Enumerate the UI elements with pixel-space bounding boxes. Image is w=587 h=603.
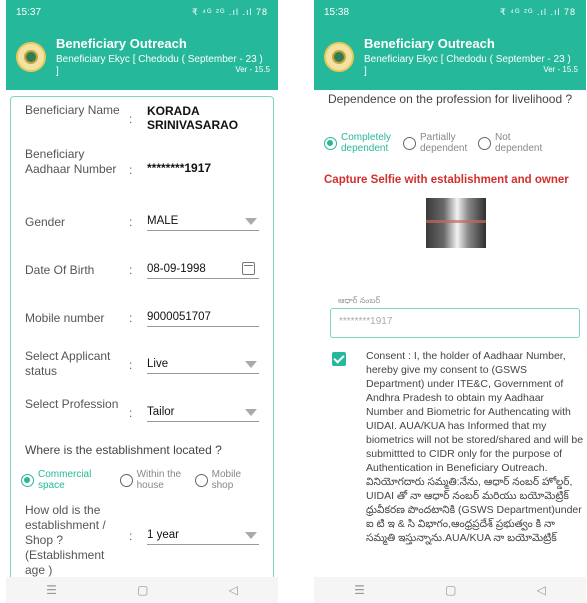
establishment-age-label: How old is the establishment / Shop ?(Es… — [25, 503, 106, 577]
beneficiary-name-row: Beneficiary Name : KORADA SRINIVASARAO — [25, 103, 259, 135]
dob-row[interactable]: Date Of Birth : 08-09-1998 — [25, 262, 259, 287]
home-icon[interactable]: ▢ — [137, 583, 148, 597]
colon: : — [129, 529, 133, 543]
location-question: Where is the establishment located ? — [25, 443, 222, 457]
radio-label: Partially dependent — [420, 132, 468, 154]
ap-emblem-icon — [324, 42, 354, 72]
radio-empty-icon — [194, 473, 208, 487]
mobile-row[interactable]: Mobile number : 9000051707 — [25, 311, 259, 335]
radio-label: Within the house — [136, 469, 182, 491]
radio-label: Mobile shop — [211, 469, 242, 491]
home-icon[interactable]: ▢ — [445, 583, 456, 597]
establishment-age-row[interactable]: How old is the establishment / Shop ?(Es… — [25, 503, 259, 577]
radio-empty-icon — [403, 136, 416, 150]
aadhaar-label: Beneficiary Aadhaar Number — [25, 147, 117, 176]
aadhaar-number-field[interactable]: ********1917 — [330, 308, 580, 338]
radio-label: Not dependent — [495, 132, 543, 154]
consent-text: Consent : I, the holder of Aadhaar Numbe… — [366, 350, 584, 544]
radio-empty-icon — [478, 136, 491, 150]
app-title: Beneficiary Outreach — [364, 36, 495, 51]
dependence-question: Dependence on the profession for livelih… — [328, 92, 573, 106]
dob-label: Date Of Birth — [25, 263, 95, 277]
selfie-photo[interactable] — [426, 198, 486, 248]
radio-completely-dependent[interactable]: Completely dependent — [324, 132, 395, 154]
radio-label: Commercial space — [38, 469, 92, 491]
dropdown-arrow-icon — [245, 409, 257, 416]
app-header: Beneficiary Outreach Beneficiary Ekyc [ … — [314, 24, 586, 90]
colon: : — [129, 263, 133, 277]
app-header: Beneficiary Outreach Beneficiary Ekyc [ … — [6, 24, 278, 90]
profession-label: Select Profession — [25, 397, 119, 411]
gender-label: Gender — [25, 215, 66, 229]
dependence-radio-group[interactable]: Completely dependent Partially dependent… — [324, 132, 580, 154]
colon: : — [129, 112, 133, 126]
colon: : — [129, 358, 133, 372]
status-icons: ₹ ⁴ᴳ ²ᴳ .ıl .ıl 78 — [191, 6, 268, 17]
version-label: Ver - 15.5 — [543, 65, 578, 74]
radio-selected-icon — [324, 136, 337, 150]
status-time: 15:38 — [324, 6, 350, 18]
app-title: Beneficiary Outreach — [56, 36, 187, 51]
profession-value: Tailor — [147, 406, 175, 418]
profession-row[interactable]: Select Profession : Tailor — [25, 397, 259, 431]
status-time: 15:37 — [16, 6, 42, 18]
dropdown-arrow-icon — [245, 532, 257, 539]
applicant-status-dropdown[interactable]: Live — [147, 358, 259, 374]
form-content[interactable]: Beneficiary Name : KORADA SRINIVASARAO B… — [6, 90, 278, 577]
applicant-status-label: Select Applicant status — [25, 349, 111, 378]
radio-label: Completely dependent — [341, 132, 392, 154]
left-screen: 15:37 ₹ ⁴ᴳ ²ᴳ .ıl .ıl 78 Beneficiary Out… — [6, 0, 278, 603]
form-card: Beneficiary Name : KORADA SRINIVASARAO B… — [10, 96, 274, 577]
ap-emblem-icon — [16, 42, 46, 72]
establishment-age-value: 1 year — [147, 529, 179, 541]
radio-within-house[interactable]: Within the house — [119, 469, 187, 491]
establishment-age-dropdown[interactable]: 1 year — [147, 529, 259, 545]
right-screen: 15:38 ₹ ⁴ᴳ ²ᴳ .ıl .ıl 78 Beneficiary Out… — [314, 0, 586, 603]
gender-value: MALE — [147, 215, 179, 227]
colon: : — [129, 215, 133, 229]
system-nav-bar: ☰ ▢ ◁ — [6, 577, 278, 603]
beneficiary-name-label: Beneficiary Name — [25, 103, 120, 117]
back-icon[interactable]: ◁ — [229, 583, 238, 597]
aadhaar-row: Beneficiary Aadhaar Number : ********191… — [25, 147, 259, 193]
gender-row[interactable]: Gender : MALE — [25, 215, 259, 239]
mobile-label: Mobile number — [25, 311, 105, 325]
system-nav-bar: ☰ ▢ ◁ — [314, 577, 586, 603]
calendar-icon[interactable] — [242, 262, 255, 275]
aadhaar-caption: ఆధార్ నంబర్ — [338, 296, 381, 305]
applicant-status-value: Live — [147, 358, 169, 370]
menu-icon[interactable]: ☰ — [46, 583, 57, 597]
aadhaar-value: ********1917 — [147, 161, 212, 175]
radio-selected-icon — [21, 473, 34, 487]
gender-dropdown[interactable]: MALE — [147, 215, 259, 231]
mobile-input[interactable]: 9000051707 — [147, 311, 259, 327]
profession-dropdown[interactable]: Tailor — [147, 406, 259, 422]
colon: : — [129, 311, 133, 325]
location-radio-group[interactable]: Commercial space Within the house Mobile… — [21, 469, 267, 491]
form-content[interactable]: Dependence on the profession for livelih… — [314, 90, 586, 577]
applicant-status-row[interactable]: Select Applicant status : Live — [25, 349, 259, 383]
status-icons: ₹ ⁴ᴳ ²ᴳ .ıl .ıl 78 — [499, 6, 576, 17]
beneficiary-name-value: KORADA SRINIVASARAO — [147, 104, 239, 132]
consent-checkbox[interactable] — [332, 352, 346, 366]
dropdown-arrow-icon — [245, 218, 257, 225]
radio-mobile-shop[interactable]: Mobile shop — [194, 469, 259, 491]
dropdown-arrow-icon — [245, 361, 257, 368]
version-label: Ver - 15.5 — [235, 65, 270, 74]
back-icon[interactable]: ◁ — [537, 583, 546, 597]
dob-field[interactable]: 08-09-1998 — [147, 262, 259, 279]
selfie-heading: Capture Selfie with establishment and ow… — [324, 174, 569, 186]
radio-commercial-space[interactable]: Commercial space — [21, 469, 112, 491]
radio-empty-icon — [119, 473, 133, 487]
menu-icon[interactable]: ☰ — [354, 583, 365, 597]
status-bar: 15:38 ₹ ⁴ᴳ ²ᴳ .ıl .ıl 78 — [314, 0, 586, 24]
colon: : — [129, 163, 133, 177]
colon: : — [129, 406, 133, 420]
radio-not-dependent[interactable]: Not dependent — [478, 132, 545, 154]
radio-partially-dependent[interactable]: Partially dependent — [403, 132, 470, 154]
dob-value: 08-09-1998 — [147, 263, 206, 275]
status-bar: 15:37 ₹ ⁴ᴳ ²ᴳ .ıl .ıl 78 — [6, 0, 278, 24]
